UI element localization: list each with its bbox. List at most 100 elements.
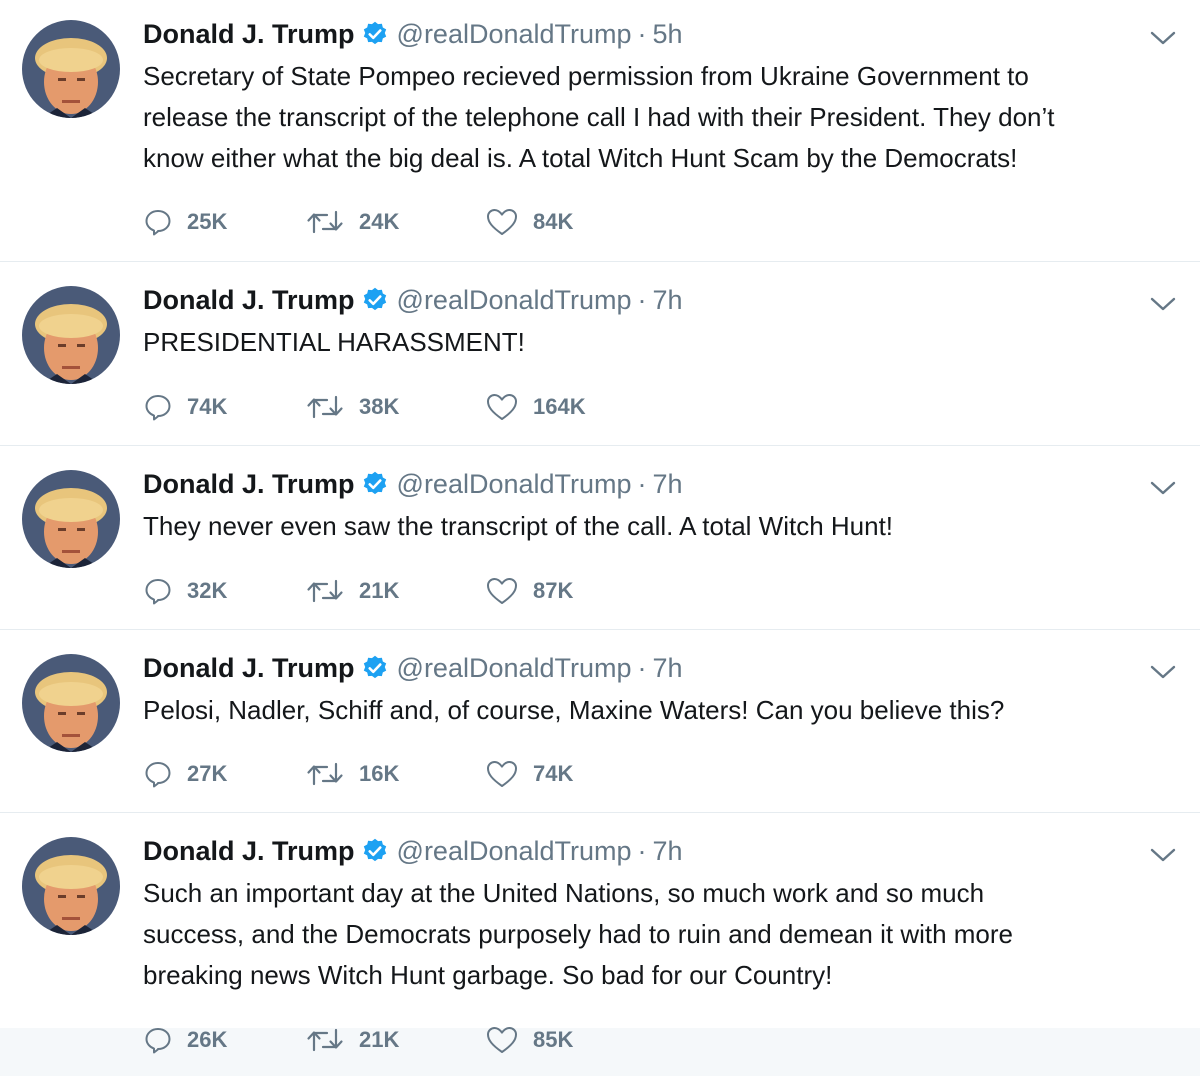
reply-icon xyxy=(143,759,173,789)
retweet-button[interactable]: 21K xyxy=(305,1025,485,1055)
author-handle[interactable]: @realDonaldTrump xyxy=(397,836,632,867)
tweet-actions: 26K 21K 85K xyxy=(143,1023,625,1057)
author-handle[interactable]: @realDonaldTrump xyxy=(397,653,632,684)
heart-icon xyxy=(485,759,519,789)
tweet-actions: 32K 21K 87K xyxy=(143,574,625,608)
tweet-header: Donald J. Trump @realDonaldTrump · 5h xyxy=(143,14,683,54)
verified-badge-icon xyxy=(361,20,389,48)
tweet-actions: 27K 16K 74K xyxy=(143,757,625,791)
tweet-header: Donald J. Trump @realDonaldTrump · 7h xyxy=(143,648,683,688)
heart-icon xyxy=(485,207,519,237)
retweet-icon xyxy=(305,207,345,237)
heart-icon xyxy=(485,576,519,606)
tweet-text: PRESIDENTIAL HARASSMENT! xyxy=(143,327,525,357)
avatar[interactable] xyxy=(22,654,120,752)
like-button[interactable]: 84K xyxy=(485,207,625,237)
heart-icon xyxy=(485,1025,519,1055)
tweet[interactable]: Donald J. Trump @realDonaldTrump · 7h Pe… xyxy=(0,630,1200,813)
avatar[interactable] xyxy=(22,20,120,118)
reply-count: 26K xyxy=(187,1027,228,1052)
tweet-actions: 25K 24K 84K xyxy=(143,205,625,239)
tweet-timestamp[interactable]: 7h xyxy=(653,653,683,684)
tweet-header: Donald J. Trump @realDonaldTrump · 7h xyxy=(143,280,683,320)
author-name[interactable]: Donald J. Trump xyxy=(143,469,355,500)
reply-count: 27K xyxy=(187,761,228,786)
reply-button[interactable]: 25K xyxy=(143,207,305,237)
tweet[interactable]: Donald J. Trump @realDonaldTrump · 7h PR… xyxy=(0,262,1200,446)
reply-count: 25K xyxy=(187,209,228,234)
retweet-count: 21K xyxy=(359,578,400,603)
tweet-text: They never even saw the transcript of th… xyxy=(143,511,894,541)
author-name[interactable]: Donald J. Trump xyxy=(143,836,355,867)
tweet[interactable]: Donald J. Trump @realDonaldTrump · 7h Su… xyxy=(0,813,1200,1076)
reply-button[interactable]: 32K xyxy=(143,576,305,606)
author-handle[interactable]: @realDonaldTrump xyxy=(397,469,632,500)
header-separator: · xyxy=(637,468,647,499)
like-button[interactable]: 164K xyxy=(485,392,625,422)
avatar[interactable] xyxy=(22,286,120,384)
header-separator: · xyxy=(637,284,647,315)
retweet-button[interactable]: 38K xyxy=(305,392,485,422)
retweet-icon xyxy=(305,1025,345,1055)
retweet-count: 24K xyxy=(359,209,400,234)
retweet-icon xyxy=(305,759,345,789)
avatar[interactable] xyxy=(22,470,120,568)
verified-badge-icon xyxy=(361,470,389,498)
verified-badge-icon xyxy=(361,286,389,314)
verified-badge-icon xyxy=(361,654,389,682)
reply-icon xyxy=(143,1025,173,1055)
author-handle[interactable]: @realDonaldTrump xyxy=(397,19,632,50)
author-name[interactable]: Donald J. Trump xyxy=(143,19,355,50)
tweet-header: Donald J. Trump @realDonaldTrump · 7h xyxy=(143,464,683,504)
reply-count: 74K xyxy=(187,394,228,419)
chevron-down-icon[interactable] xyxy=(1148,26,1178,50)
tweet-timestamp[interactable]: 5h xyxy=(653,19,683,50)
author-name[interactable]: Donald J. Trump xyxy=(143,653,355,684)
retweet-icon xyxy=(305,392,345,422)
retweet-button[interactable]: 16K xyxy=(305,759,485,789)
chevron-down-icon[interactable] xyxy=(1148,843,1178,867)
like-button[interactable]: 85K xyxy=(485,1025,625,1055)
tweet[interactable]: Donald J. Trump @realDonaldTrump · 7h Th… xyxy=(0,446,1200,630)
like-button[interactable]: 74K xyxy=(485,759,625,789)
like-count: 87K xyxy=(533,578,574,603)
like-count: 85K xyxy=(533,1027,574,1052)
tweet-text: Pelosi, Nadler, Schiff and, of course, M… xyxy=(143,695,1005,725)
header-separator: · xyxy=(637,18,647,49)
reply-button[interactable]: 26K xyxy=(143,1025,305,1055)
author-handle[interactable]: @realDonaldTrump xyxy=(397,285,632,316)
tweet-timeline: Donald J. Trump @realDonaldTrump · 5h Se… xyxy=(0,0,1200,1076)
retweet-count: 16K xyxy=(359,761,400,786)
tweet-timestamp[interactable]: 7h xyxy=(653,836,683,867)
retweet-count: 21K xyxy=(359,1027,400,1052)
header-separator: · xyxy=(637,835,647,866)
tweet[interactable]: Donald J. Trump @realDonaldTrump · 5h Se… xyxy=(0,0,1200,262)
tweet-timestamp[interactable]: 7h xyxy=(653,285,683,316)
tweet-actions: 74K 38K 164K xyxy=(143,390,625,424)
reply-count: 32K xyxy=(187,578,228,603)
reply-icon xyxy=(143,392,173,422)
reply-icon xyxy=(143,576,173,606)
retweet-button[interactable]: 24K xyxy=(305,207,485,237)
like-button[interactable]: 87K xyxy=(485,576,625,606)
chevron-down-icon[interactable] xyxy=(1148,476,1178,500)
tweet-text: Such an important day at the United Nati… xyxy=(143,878,1014,990)
reply-button[interactable]: 27K xyxy=(143,759,305,789)
retweet-button[interactable]: 21K xyxy=(305,576,485,606)
chevron-down-icon[interactable] xyxy=(1148,660,1178,684)
reply-button[interactable]: 74K xyxy=(143,392,305,422)
verified-badge-icon xyxy=(361,837,389,865)
like-count: 74K xyxy=(533,761,574,786)
tweet-text: Secretary of State Pompeo recieved permi… xyxy=(143,61,1055,173)
author-name[interactable]: Donald J. Trump xyxy=(143,285,355,316)
retweet-count: 38K xyxy=(359,394,400,419)
header-separator: · xyxy=(637,652,647,683)
like-count: 164K xyxy=(533,394,586,419)
chevron-down-icon[interactable] xyxy=(1148,292,1178,316)
tweet-header: Donald J. Trump @realDonaldTrump · 7h xyxy=(143,831,683,871)
like-count: 84K xyxy=(533,209,574,234)
avatar[interactable] xyxy=(22,837,120,935)
reply-icon xyxy=(143,207,173,237)
tweet-timestamp[interactable]: 7h xyxy=(653,469,683,500)
heart-icon xyxy=(485,392,519,422)
